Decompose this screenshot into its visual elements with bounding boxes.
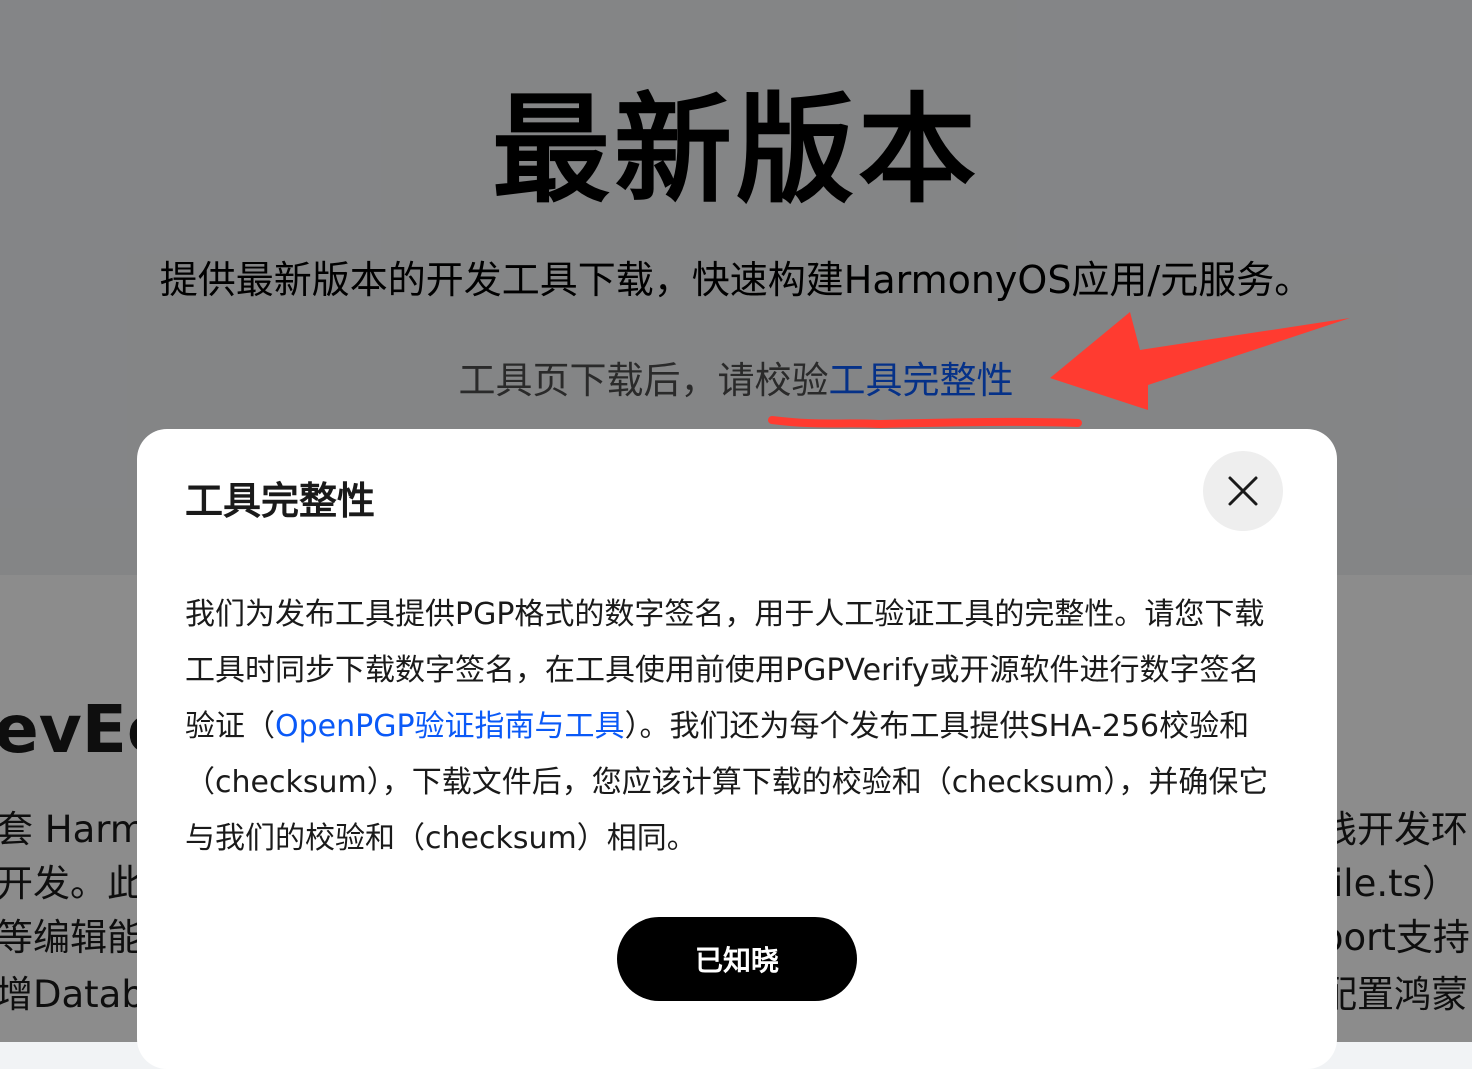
integrity-dialog: 工具完整性 我们为发布工具提供PGP格式的数字签名，用于人工验证工具的完整性。请…: [137, 429, 1337, 1069]
openpgp-guide-link[interactable]: OpenPGP验证指南与工具: [275, 709, 625, 744]
dialog-title: 工具完整性: [185, 479, 376, 523]
acknowledge-button[interactable]: 已知晓: [617, 917, 857, 1001]
close-button[interactable]: [1203, 451, 1283, 531]
annotation-arrowhead: [1050, 312, 1350, 410]
dialog-body: 我们为发布工具提供PGP格式的数字签名，用于人工验证工具的完整性。请您下载工具时…: [185, 587, 1285, 867]
annotation-underline: [768, 416, 1082, 429]
close-icon: [1228, 476, 1258, 506]
